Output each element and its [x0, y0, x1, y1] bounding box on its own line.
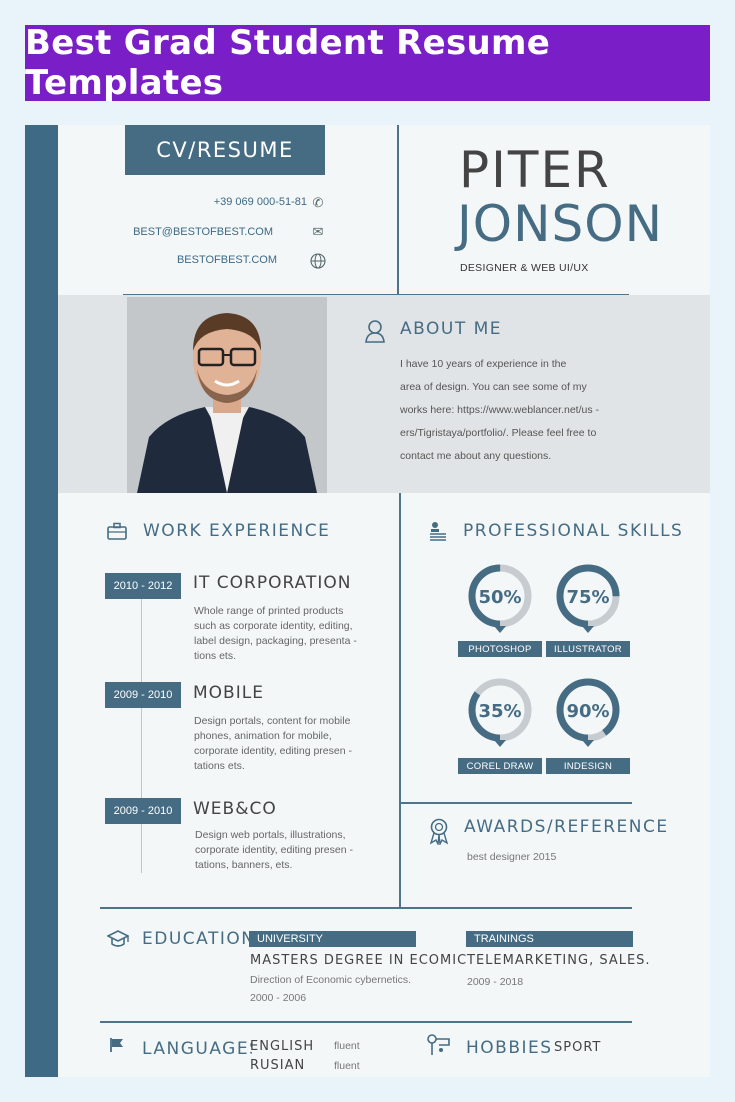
- skill-ring: 90%: [556, 678, 620, 747]
- about-line: works here: https://www.weblancer.net/us…: [400, 404, 600, 416]
- training-years: 2009 - 2018: [467, 976, 524, 988]
- timeline-line: [141, 585, 142, 873]
- education-rule-top: [100, 907, 632, 909]
- skill-percent: 90%: [566, 701, 609, 722]
- language-name: RUSIAN: [250, 1058, 306, 1073]
- education-degree: MASTERS DEGREE IN ECOMICS: [250, 953, 477, 968]
- about-line: I have 10 years of experience in the: [400, 358, 567, 370]
- banner-title: Best Grad Student Resume Templates: [25, 23, 710, 103]
- skill-ring-pointer: [494, 626, 506, 633]
- mail-icon: ✉: [312, 225, 324, 240]
- about-heading: ABOUT ME: [400, 319, 503, 339]
- skill-ring: 75%: [556, 564, 620, 633]
- education-detail: Direction of Economic cybernetics.: [250, 974, 412, 986]
- exp-description: Design web portals, illustrations, corpo…: [195, 828, 365, 873]
- skill-label: ILLUSTRATOR: [546, 641, 630, 657]
- skill-ring: 35%: [468, 678, 532, 747]
- skill-label: INDESIGN: [546, 758, 630, 774]
- skills-heading: PROFESSIONAL SKILLS: [463, 521, 684, 541]
- skill-percent: 35%: [478, 701, 521, 722]
- exp-line: phones, animation for mobile,: [194, 730, 332, 742]
- language-level: fluent: [334, 1060, 360, 1072]
- hobbies-icon: [427, 1033, 453, 1061]
- education-years: 2000 - 2006: [250, 992, 307, 1004]
- last-name: JONSON: [457, 195, 663, 253]
- language-name: ENGLISH: [250, 1039, 315, 1054]
- university-label: UNIVERSITY: [249, 931, 416, 947]
- trainings-label: TRAININGS: [466, 931, 633, 947]
- skill-ring-pointer: [494, 740, 506, 747]
- exp-description: Whole range of printed products such as …: [194, 604, 364, 664]
- exp-line: tions ets.: [194, 650, 237, 662]
- exp-description: Design portals, content for mobile phone…: [194, 714, 364, 774]
- exp-line: corporate identity, editing presen -: [195, 844, 353, 856]
- cv-label: CV/RESUME: [125, 125, 325, 175]
- exp-line: tations, banners, ets.: [195, 859, 293, 871]
- phone-icon: ✆: [312, 196, 324, 211]
- skill-label: PHOTOSHOP: [458, 641, 542, 657]
- header-divider: [397, 125, 399, 295]
- exp-company: IT CORPORATION: [193, 573, 352, 593]
- exp-company: WEB&CO: [193, 799, 277, 819]
- first-name: PITER: [459, 141, 611, 199]
- flag-icon: [109, 1037, 125, 1057]
- exp-line: corporate identity, editing presen -: [194, 745, 352, 757]
- resume-page: CV/RESUME +39 069 000-51-81 ✆ BEST@BESTO…: [25, 125, 710, 1077]
- about-line: area of design. You can see some of my: [400, 381, 587, 393]
- middle-divider: [399, 493, 401, 907]
- award-icon: [428, 817, 450, 849]
- awards-heading: AWARDS/REFERENCE: [464, 817, 669, 837]
- hobbies-heading: HOBBIES: [466, 1038, 553, 1058]
- education-rule-bottom: [100, 1021, 632, 1023]
- exp-dates: 2009 - 2010: [105, 682, 181, 708]
- job-title: DESIGNER & WEB UI/UX: [460, 262, 589, 274]
- skills-rule: [400, 802, 632, 804]
- exp-line: Whole range of printed products: [194, 605, 344, 617]
- about-line: contact me about any questions.: [400, 450, 552, 462]
- experience-heading: WORK EXPERIENCE: [143, 521, 331, 541]
- training-name: TELEMARKETING, SALES.: [467, 953, 651, 968]
- languages-heading: LANGUAGES: [142, 1039, 252, 1059]
- skill-percent: 50%: [478, 587, 521, 608]
- exp-company: MOBILE: [193, 683, 264, 703]
- skill-ring-pointer: [582, 626, 594, 633]
- graduation-cap-icon: [106, 929, 130, 953]
- education-heading: EDUCATION: [142, 929, 252, 949]
- contact-website: BESTOFBEST.COM: [176, 254, 277, 266]
- about-text: I have 10 years of experience in the are…: [400, 353, 620, 468]
- sidebar-stripe: [25, 125, 58, 1077]
- exp-dates: 2010 - 2012: [105, 573, 181, 599]
- skill-label: COREL DRAW: [458, 758, 542, 774]
- hobby-item: SPORT: [554, 1040, 602, 1055]
- exp-line: such as corporate identity, editing,: [194, 620, 353, 632]
- skill-ring-pointer: [582, 740, 594, 747]
- exp-line: Design portals, content for mobile: [194, 715, 351, 727]
- exp-dates: 2009 - 2010: [105, 798, 181, 824]
- globe-icon: [310, 253, 326, 273]
- exp-line: Design web portals, illustrations,: [195, 829, 346, 841]
- skill-percent: 75%: [566, 587, 609, 608]
- awards-text: best designer 2015: [467, 851, 557, 863]
- exp-line: label design, packaging, presenta -: [194, 635, 357, 647]
- exp-line: tations ets.: [194, 760, 245, 772]
- language-level: fluent: [334, 1040, 360, 1052]
- contact-email: BEST@BESTOFBEST.COM: [133, 226, 273, 238]
- skill-ring: 50%: [468, 564, 532, 633]
- profile-photo: [127, 297, 327, 493]
- contact-phone: +39 069 000-51-81: [213, 196, 307, 208]
- skills-icon: [429, 521, 447, 545]
- about-line: ers/Tigristaya/portfolio/. Please feel f…: [400, 427, 597, 439]
- briefcase-icon: [107, 522, 127, 544]
- person-icon: [365, 319, 385, 347]
